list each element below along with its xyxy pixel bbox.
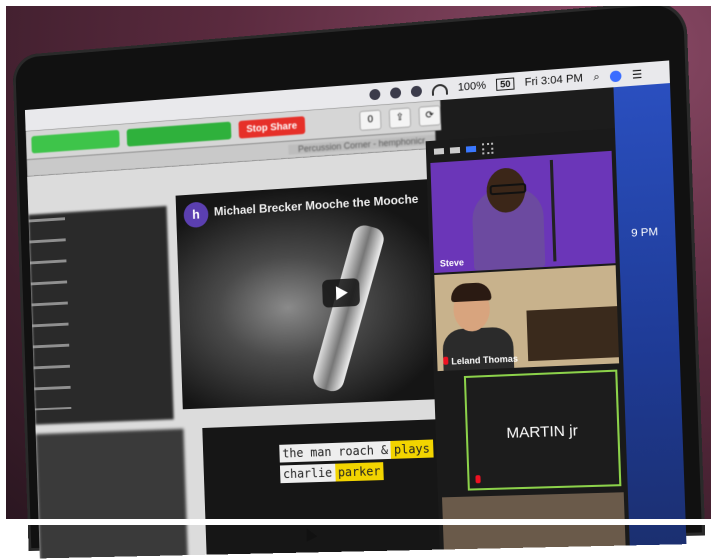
- piano: [526, 306, 619, 362]
- battery-icon[interactable]: 50: [495, 77, 515, 91]
- mic-stand: [549, 159, 557, 262]
- participant-tile-4[interactable]: [442, 492, 627, 559]
- laptop-screen: 100% 50 Fri 3:04 PM ⌕ ☰ Stop Share 0 ⇪ ⟳…: [24, 60, 687, 559]
- extension-badge[interactable]: 0: [359, 109, 382, 131]
- caption-highlight: parker: [334, 462, 384, 482]
- youtube-video-player[interactable]: h Michael Brecker Mooche the Mooche: [175, 177, 460, 410]
- share-icon[interactable]: ⇪: [388, 107, 412, 129]
- video-caption: the man roach & plays charlie parker: [279, 439, 434, 486]
- refresh-icon[interactable]: ⟳: [418, 105, 442, 127]
- app-icon-3[interactable]: [410, 85, 422, 97]
- battery-percent: 100%: [457, 79, 487, 94]
- app-icon-2[interactable]: [389, 86, 402, 99]
- muted-mic-icon: [475, 475, 481, 484]
- participant-tile-leland[interactable]: Leland Thomas: [434, 265, 620, 372]
- search-icon[interactable]: ⌕: [593, 70, 600, 84]
- participant-tile-martin[interactable]: MARTIN jr: [463, 369, 622, 491]
- sharing-status-pill-2: [126, 121, 232, 147]
- menubar-clock[interactable]: Fri 3:04 PM: [524, 72, 583, 89]
- participant-name: Steve: [439, 257, 465, 269]
- participant-tile-steve[interactable]: Steve: [430, 150, 616, 274]
- gallery-view-icon[interactable]: [481, 142, 494, 154]
- siri-icon[interactable]: [609, 69, 622, 82]
- participant-hair: [450, 282, 492, 303]
- app-icon[interactable]: [369, 88, 381, 100]
- wifi-icon[interactable]: [431, 83, 448, 96]
- muted-mic-icon: [443, 356, 449, 365]
- related-video[interactable]: the man roach & plays charlie parker: [202, 418, 461, 559]
- caption-line: charlie: [279, 463, 336, 484]
- zoom-gallery-panel: Steve Leland Thomas MARTIN jr: [425, 128, 631, 559]
- menu-list-icon[interactable]: ☰: [632, 67, 643, 81]
- desktop-time-fragment: 9 PM: [630, 225, 659, 240]
- minimize-view-icon[interactable]: [433, 148, 445, 155]
- play-icon[interactable]: [321, 278, 361, 308]
- caption-highlight: plays: [390, 439, 434, 459]
- speaker-view-icon[interactable]: [465, 145, 477, 153]
- stop-share-button[interactable]: Stop Share: [238, 116, 306, 139]
- caption-line: the man roach &: [279, 440, 392, 463]
- web-page: h Michael Brecker Mooche the Mooche the …: [27, 146, 480, 559]
- sharing-status-pill: [31, 129, 120, 154]
- sidebar-list: [28, 217, 72, 411]
- related-thumbnail[interactable]: [35, 428, 189, 559]
- thumbnail-view-icon[interactable]: [449, 146, 461, 154]
- laptop: 100% 50 Fri 3:04 PM ⌕ ☰ Stop Share 0 ⇪ ⟳…: [12, 0, 706, 559]
- participant-name: MARTIN jr: [506, 422, 579, 442]
